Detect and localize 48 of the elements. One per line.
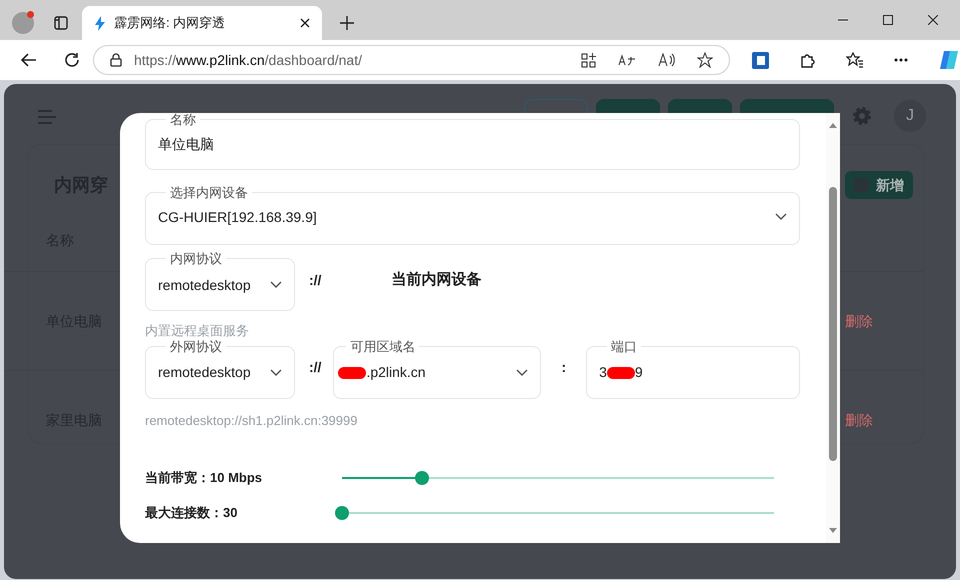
chevron-down-icon xyxy=(270,281,282,290)
star-icon[interactable] xyxy=(696,52,713,68)
apps-icon[interactable] xyxy=(580,52,596,68)
address-bar[interactable]: https://www.p2link.cn/dashboard/nat/ xyxy=(92,45,730,75)
field-label: 外网协议 xyxy=(169,338,223,356)
slider-thumb[interactable] xyxy=(414,470,429,484)
slider-label: 当前带宽：10 Mbps xyxy=(145,468,264,487)
more-icon[interactable] xyxy=(894,58,908,62)
extensions-icon[interactable] xyxy=(798,52,816,68)
lock-icon xyxy=(110,53,122,67)
field-label: 名称 xyxy=(169,111,197,129)
separator-text: :// xyxy=(309,358,322,377)
separator-text: :// xyxy=(309,270,322,290)
chevron-down-icon xyxy=(775,213,787,221)
chevron-down-icon xyxy=(516,368,528,377)
device-select[interactable]: 选择内网设备 CG-HUIER[192.168.39.9] xyxy=(145,183,800,245)
close-window-icon[interactable] xyxy=(928,15,938,25)
protocol-select[interactable]: 内网协议 remotedesktop xyxy=(145,249,295,311)
add-button[interactable]: 新增 xyxy=(845,171,913,199)
maximize-icon[interactable] xyxy=(883,15,893,25)
shield-extension-icon[interactable] xyxy=(752,52,769,68)
target-text: 当前内网设备 xyxy=(391,270,482,290)
url-text: https://www.p2link.cn/dashboard/nat/ xyxy=(134,50,362,70)
read-aloud-icon[interactable] xyxy=(658,53,675,67)
field-label: 内网协议 xyxy=(169,250,223,268)
slider-label: 最大连接数：30 xyxy=(145,504,238,522)
slider-thumb[interactable] xyxy=(335,506,349,520)
field-label: 选择内网设备 xyxy=(169,184,249,202)
field-label: 端口 xyxy=(610,338,638,356)
favorites-icon[interactable] xyxy=(846,52,864,68)
profile-avatar-icon[interactable] xyxy=(12,12,34,34)
chevron-down-icon xyxy=(270,368,282,377)
tab-title: 霹雳网络: 内网穿透 xyxy=(114,14,226,32)
back-arrow-icon[interactable] xyxy=(20,53,36,67)
lightning-icon xyxy=(94,16,106,30)
separator-text: : xyxy=(561,358,566,377)
redaction-mark xyxy=(606,366,635,379)
translate-icon[interactable] xyxy=(618,53,636,67)
scrollbar[interactable] xyxy=(826,113,840,543)
browser-tab[interactable]: 霹雳网络: 内网穿透 xyxy=(82,6,322,40)
redaction-mark xyxy=(338,366,366,379)
close-icon[interactable] xyxy=(300,18,310,28)
address-text: remotedesktop://sh1.p2link.cn:39999 xyxy=(145,412,358,430)
tab-actions-icon[interactable] xyxy=(54,16,68,30)
new-tab-icon[interactable] xyxy=(340,16,354,30)
refresh-icon[interactable] xyxy=(64,52,80,68)
field-label: 可用区域名 xyxy=(349,338,416,356)
avatar[interactable]: J xyxy=(894,100,926,132)
